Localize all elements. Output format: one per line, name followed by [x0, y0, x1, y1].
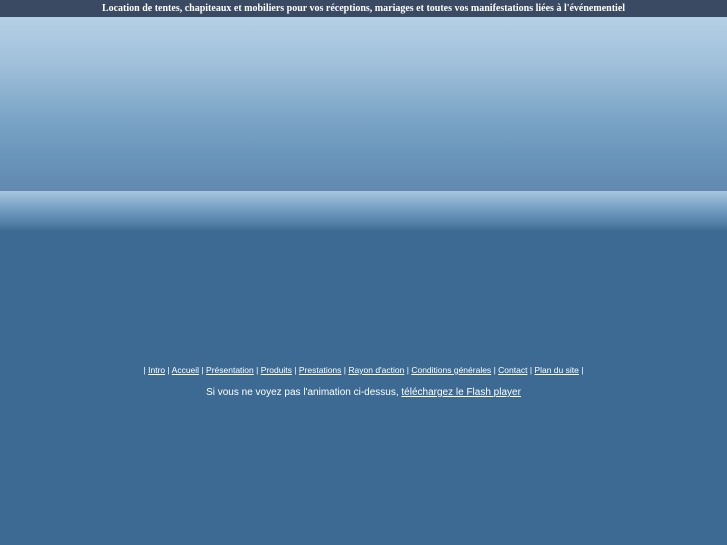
nav-separator: |	[256, 365, 259, 375]
nav-separator: |	[529, 365, 533, 375]
nav-link-prestations[interactable]: Prestations	[299, 365, 342, 375]
banner-gradient-band	[0, 191, 727, 231]
nav-link-presentation[interactable]: Présentation	[206, 365, 254, 375]
nav-separator: |	[493, 365, 496, 375]
nav-separator: |	[201, 365, 204, 375]
flash-notice-text: Si vous ne voyez pas l'animation ci-dess…	[206, 387, 399, 398]
nav-link-rayon-daction[interactable]: Rayon d'action	[348, 365, 404, 375]
footer-nav: | Intro | Accueil | Présentation | Produ…	[0, 365, 727, 375]
flash-player-notice: Si vous ne voyez pas l'animation ci-dess…	[0, 387, 727, 398]
nav-link-intro[interactable]: Intro	[148, 365, 165, 375]
nav-separator: |	[343, 365, 347, 375]
nav-link-accueil[interactable]: Accueil	[172, 365, 199, 375]
flash-banner-area	[0, 17, 727, 191]
nav-separator: |	[406, 365, 409, 375]
nav-separator: |	[581, 365, 584, 375]
nav-link-plan-du-site[interactable]: Plan du site	[534, 365, 578, 375]
nav-link-produits[interactable]: Produits	[261, 365, 292, 375]
nav-separator: |	[143, 365, 146, 375]
header-tagline: Location de tentes, chapiteaux et mobili…	[0, 0, 727, 17]
nav-separator: |	[294, 365, 297, 375]
nav-link-conditions-generales[interactable]: Conditions générales	[411, 365, 491, 375]
download-flash-player-link[interactable]: téléchargez le Flash player	[401, 387, 521, 398]
nav-separator: |	[167, 365, 170, 375]
nav-link-contact[interactable]: Contact	[498, 365, 527, 375]
